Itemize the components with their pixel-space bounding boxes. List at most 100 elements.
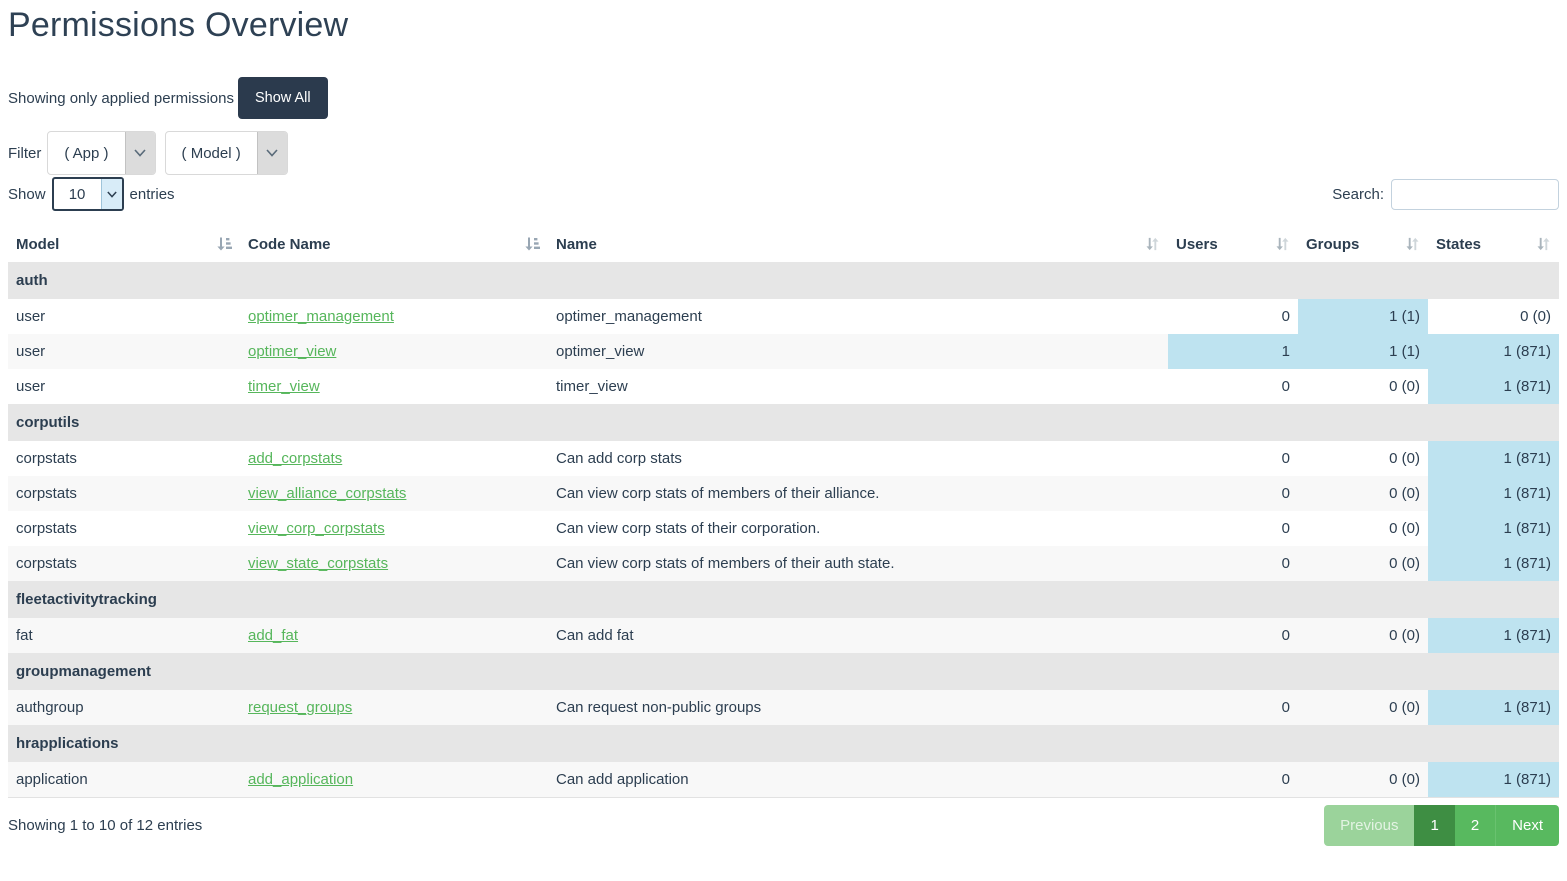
model-cell: corpstats [8,546,240,581]
name-cell: Can add corp stats [548,441,1168,476]
model-cell: user [8,369,240,404]
page-length-select[interactable]: 10 [52,177,124,211]
groups-count-cell: 0 (0) [1298,511,1428,546]
table-footer: Showing 1 to 10 of 12 entries Previous12… [8,805,1559,846]
pagination-1-button[interactable]: 1 [1414,805,1454,846]
users-count-cell: 0 [1168,546,1298,581]
show-all-button[interactable]: Show All [238,77,328,119]
permission-row: corpstats view_alliance_corpstats Can view… [8,476,1559,511]
sort-both-icon [1405,237,1420,252]
permission-row: usertimer_viewtimer_view00 (0)1 (871) [8,369,1559,404]
permission-row: corpstats add_corpstats Can add corp stats… [8,441,1559,476]
code-name-cell: add_corpstats [240,441,548,476]
code-name-link[interactable]: view_state_corpstats [248,555,388,572]
length-suffix-label: entries [130,186,175,203]
search-input[interactable] [1391,179,1559,210]
code-name-link[interactable]: view_alliance_corpstats [248,485,406,502]
states-count-cell: 1 (871) [1428,618,1559,653]
states-count-cell: 1 (871) [1428,369,1559,404]
name-cell: Can add fat [548,618,1168,653]
model-cell: corpstats [8,511,240,546]
app-group-label: fleetactivitytracking [8,581,1559,618]
users-count-cell: 0 [1168,762,1298,798]
pagination-previous-button: Previous [1324,805,1414,846]
length-control: Show 10 entries [8,177,181,211]
groups-count-cell: 0 (0) [1298,690,1428,725]
permission-row: application add_application Can add applic… [8,762,1559,798]
table-header-row: Model Code Name [8,226,1559,262]
code-name-link[interactable]: request_groups [248,699,352,716]
users-count-cell: 0 [1168,476,1298,511]
pagination-next-button[interactable]: Next [1495,805,1559,846]
sort-both-icon [1275,237,1290,252]
groups-count-cell: 0 (0) [1298,546,1428,581]
status-text: Showing only applied permissions [8,90,234,107]
users-count-cell: 0 [1168,511,1298,546]
app-group-label: hrapplications [8,725,1559,762]
chevron-down-icon [125,132,155,174]
app-group-label: auth [8,262,1559,299]
name-cell: Can request non-public groups [548,690,1168,725]
model-cell: corpstats [8,441,240,476]
sort-amount-asc-icon [524,237,540,252]
column-header-groups[interactable]: Groups [1298,226,1428,262]
column-header-code-name[interactable]: Code Name [240,226,548,262]
code-name-link[interactable]: timer_view [248,378,320,395]
code-name-link[interactable]: add_corpstats [248,450,342,467]
code-name-link[interactable]: optimer_view [248,343,336,360]
name-cell: timer_view [548,369,1168,404]
app-group-label: groupmanagement [8,653,1559,690]
users-count-cell: 1 [1168,334,1298,369]
app-filter-value: ( App ) [48,132,124,174]
states-count-cell: 1 (871) [1428,546,1559,581]
toolbar: Showing only applied permissions Show Al… [8,77,1559,119]
groups-count-cell: 0 (0) [1298,618,1428,653]
code-name-cell: view_alliance_corpstats [240,476,548,511]
column-header-model[interactable]: Model [8,226,240,262]
app-group-row: hrapplications [8,725,1559,762]
code-name-cell: optimer_view [240,334,548,369]
name-cell: Can view corp stats of members of their … [548,476,1168,511]
column-header-users[interactable]: Users [1168,226,1298,262]
code-name-link[interactable]: view_corp_corpstats [248,520,385,537]
code-name-link[interactable]: optimer_management [248,308,394,325]
app-filter-select[interactable]: ( App ) [47,131,155,175]
app-group-label: corputils [8,404,1559,441]
permission-row: authgrouprequest_groupsCan request non-p… [8,690,1559,725]
model-filter-select[interactable]: ( Model ) [165,131,288,175]
name-cell: optimer_view [548,334,1168,369]
states-count-cell: 1 (871) [1428,511,1559,546]
column-header-name[interactable]: Name [548,226,1168,262]
name-cell: Can view corp stats of their corporation… [548,511,1168,546]
name-cell: optimer_management [548,299,1168,334]
groups-count-cell: 0 (0) [1298,476,1428,511]
pagination-2-button[interactable]: 2 [1455,805,1495,846]
table-controls: Show 10 entries Search: [8,177,1559,211]
users-count-cell: 0 [1168,299,1298,334]
name-cell: Can add application [548,762,1168,798]
chevron-down-icon [257,132,287,174]
code-name-link[interactable]: add_fat [248,627,298,644]
code-name-cell: view_state_corpstats [240,546,548,581]
chevron-down-icon [101,179,122,209]
states-count-cell: 1 (871) [1428,334,1559,369]
column-header-states[interactable]: States [1428,226,1559,262]
permissions-overview-page: Permissions Overview Showing only applie… [0,0,1567,850]
groups-count-cell: 1 (1) [1298,299,1428,334]
model-cell: fat [8,618,240,653]
users-count-cell: 0 [1168,618,1298,653]
users-count-cell: 0 [1168,441,1298,476]
states-count-cell: 0 (0) [1428,299,1559,334]
page-title: Permissions Overview [8,6,1559,45]
code-name-cell: optimer_management [240,299,548,334]
model-cell: user [8,299,240,334]
model-cell: corpstats [8,476,240,511]
name-cell: Can view corp stats of members of their … [548,546,1168,581]
code-name-link[interactable]: add_application [248,771,353,788]
groups-count-cell: 0 (0) [1298,762,1428,798]
model-cell: application [8,762,240,798]
app-group-row: groupmanagement [8,653,1559,690]
permission-row: corpstats view_corp_corpstats Can view cor… [8,511,1559,546]
page-length-value: 10 [54,179,101,209]
search-control: Search: [1332,179,1559,210]
